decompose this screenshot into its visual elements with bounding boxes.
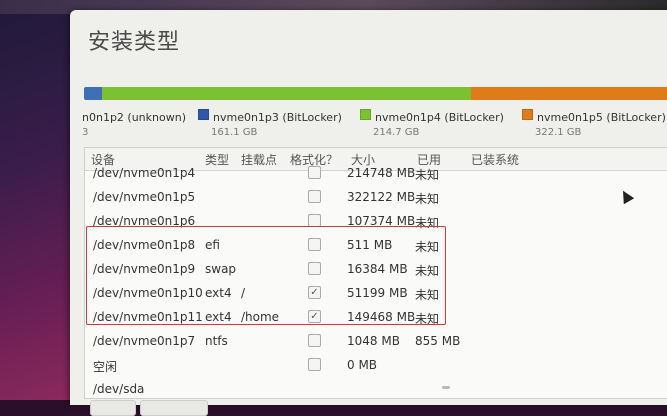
device-cell: /dev/nvme0n1p7 bbox=[93, 334, 196, 348]
used-cell: 未知 bbox=[415, 312, 440, 326]
type-cell: ext4 bbox=[205, 310, 232, 324]
size-cell: 322122 MB bbox=[347, 190, 416, 204]
legend-name: nvme0n1p3 (BitLocker) bbox=[213, 111, 342, 124]
device-cell: /dev/nvme0n1p6 bbox=[93, 214, 196, 228]
table-row[interactable]: /dev/nvme0n1p5 322122 MB 未知 bbox=[85, 186, 667, 210]
type-cell: ext4 bbox=[205, 286, 232, 300]
size-cell: 51199 MB bbox=[347, 286, 408, 300]
legend-swatch bbox=[522, 109, 533, 120]
legend-item-p4: nvme0n1p4 (BitLocker) 214.7 GB bbox=[360, 106, 504, 138]
partition-legend: n0n1p2 (unknown) 3 nvme0n1p3 (BitLocker)… bbox=[70, 106, 667, 142]
mount-cell: / bbox=[241, 286, 246, 300]
table-row[interactable]: /dev/nvme0n1p6 107374 MB 未知 bbox=[85, 210, 667, 234]
device-cell: /dev/nvme0n1p8 bbox=[93, 238, 196, 252]
partition-segment-nvme0n1p5 bbox=[470, 87, 667, 100]
table-row[interactable]: 空闲 0 MB bbox=[85, 354, 667, 378]
table-row[interactable]: /dev/nvme0n1p4 214748 MB 未知 bbox=[85, 162, 667, 186]
legend-size: 3 bbox=[82, 127, 89, 138]
used-cell: 未知 bbox=[415, 240, 440, 254]
size-cell: 16384 MB bbox=[347, 262, 408, 276]
format-checkbox[interactable] bbox=[308, 334, 321, 347]
change-partition-button[interactable] bbox=[140, 400, 208, 416]
device-cell: /dev/nvme0n1p9 bbox=[93, 262, 196, 276]
format-checkbox[interactable]: ✓ bbox=[308, 286, 321, 299]
format-checkbox[interactable]: ✓ bbox=[308, 310, 321, 323]
device-cell: /dev/sda bbox=[93, 382, 145, 396]
legend-size: 161.1 GB bbox=[211, 127, 258, 138]
table-row[interactable]: /dev/nvme0n1p10 ext4 / 51199 MB 未知 ✓ bbox=[85, 282, 667, 306]
format-checkbox[interactable] bbox=[308, 166, 321, 179]
format-checkbox[interactable] bbox=[308, 190, 321, 203]
table-row[interactable]: /dev/nvme0n1p7 ntfs 1048 MB 855 MB bbox=[85, 330, 667, 354]
used-cell: 未知 bbox=[415, 288, 440, 302]
format-checkbox[interactable] bbox=[308, 214, 321, 227]
type-cell: swap bbox=[205, 262, 237, 276]
installer-window: 安装类型 n0n1p2 (unknown) 3 nvme0n1p3 (BitLo… bbox=[70, 10, 667, 416]
size-cell: 149468 MB bbox=[347, 310, 416, 324]
table-row[interactable]: /dev/nvme0n1p8 efi 511 MB 未知 bbox=[85, 234, 667, 258]
used-cell: 未知 bbox=[415, 216, 440, 230]
type-cell: ntfs bbox=[205, 334, 228, 348]
device-cell: /dev/nvme0n1p4 bbox=[93, 166, 196, 180]
legend-item-p3: nvme0n1p3 (BitLocker) 161.1 GB bbox=[198, 106, 342, 138]
legend-swatch bbox=[198, 109, 209, 120]
table-row[interactable]: /dev/nvme0n1p11 ext4/home 149468 MB 未知 ✓ bbox=[85, 306, 667, 330]
legend-size: 214.7 GB bbox=[373, 127, 420, 138]
used-cell: 未知 bbox=[415, 264, 440, 278]
partition-table[interactable]: 设备 类型 挂载点 格式化？ 大小 已用 已装系统 /dev/nvme0n1p4… bbox=[84, 147, 667, 399]
type-cell: efi bbox=[205, 238, 220, 252]
size-cell: 107374 MB bbox=[347, 214, 416, 228]
legend-name: n0n1p2 (unknown) bbox=[82, 111, 186, 124]
device-cell: /dev/nvme0n1p11 bbox=[93, 310, 203, 324]
used-cell: 未知 bbox=[415, 192, 440, 206]
legend-name: nvme0n1p5 (BitLocker) bbox=[537, 111, 666, 124]
device-cell: 空闲 bbox=[93, 360, 118, 374]
mount-cell: /home bbox=[241, 310, 280, 324]
format-checkbox[interactable] bbox=[308, 262, 321, 275]
legend-name: nvme0n1p4 (BitLocker) bbox=[375, 111, 504, 124]
legend-size: 322.1 GB bbox=[535, 127, 582, 138]
partition-bar bbox=[84, 87, 667, 100]
page-title: 安装类型 bbox=[88, 30, 181, 55]
desktop-wallpaper bbox=[0, 0, 80, 400]
legend-item-p2: n0n1p2 (unknown) 3 bbox=[82, 106, 186, 138]
legend-item-p5: nvme0n1p5 (BitLocker) 322.1 GB bbox=[522, 106, 666, 138]
scroll-indicator[interactable] bbox=[442, 386, 450, 389]
device-cell: /dev/nvme0n1p10 bbox=[93, 286, 203, 300]
format-checkbox[interactable] bbox=[308, 358, 321, 371]
partition-segment-nvme0n1p1 bbox=[84, 87, 102, 100]
format-checkbox[interactable] bbox=[308, 238, 321, 251]
device-cell: /dev/nvme0n1p5 bbox=[93, 190, 196, 204]
size-cell: 214748 MB bbox=[347, 166, 416, 180]
used-cell: 855 MB bbox=[415, 334, 461, 348]
table-row[interactable]: /dev/nvme0n1p9 swap 16384 MB 未知 bbox=[85, 258, 667, 282]
size-cell: 511 MB bbox=[347, 238, 393, 252]
add-partition-button[interactable] bbox=[90, 400, 136, 416]
legend-swatch bbox=[360, 109, 371, 120]
size-cell: 1048 MB bbox=[347, 334, 400, 348]
used-cell: 未知 bbox=[415, 168, 440, 182]
table-row[interactable]: /dev/sda bbox=[85, 378, 667, 398]
size-cell: 0 MB bbox=[347, 358, 378, 372]
partition-segment-nvme0n1p4 bbox=[101, 87, 471, 100]
